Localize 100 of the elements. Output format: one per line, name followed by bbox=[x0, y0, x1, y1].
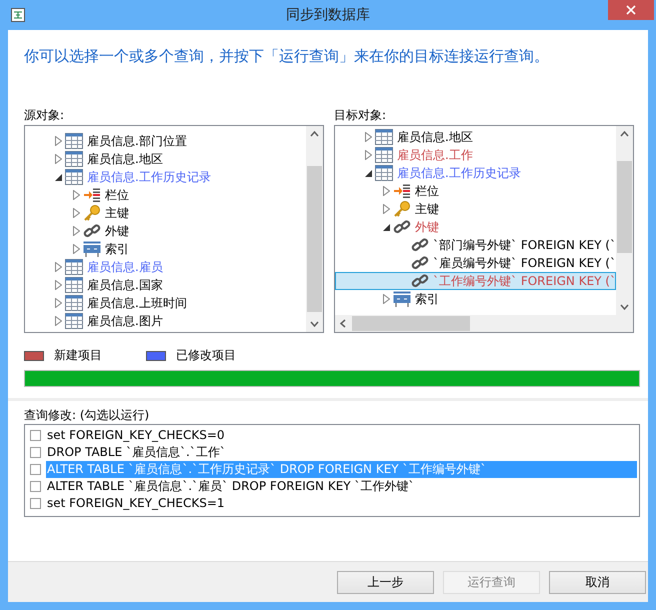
index-icon bbox=[83, 241, 101, 257]
tree-row[interactable]: 雇员信息.地区 bbox=[25, 150, 306, 168]
tree-row[interactable]: 雇员信息.地区 bbox=[335, 128, 616, 146]
legend-label: 已修改项目 bbox=[176, 347, 236, 364]
tree-row[interactable]: `工作编号外键` FOREIGN KEY (` bbox=[335, 272, 616, 290]
dialog-button[interactable]: 取消 bbox=[549, 570, 646, 594]
legend-label: 新建项目 bbox=[54, 347, 102, 364]
checkbox[interactable] bbox=[30, 464, 41, 475]
collapsed-arrow-icon[interactable] bbox=[382, 204, 390, 214]
tree-item-label: 索引 bbox=[105, 240, 129, 258]
table-icon bbox=[65, 151, 83, 167]
tree-item-label: 雇员信息.上班时间 bbox=[87, 294, 187, 312]
window-title: 同步到数据库 bbox=[285, 6, 371, 24]
key-icon bbox=[83, 205, 101, 221]
tree-row[interactable]: 外键 bbox=[25, 222, 306, 240]
query-item[interactable]: DROP TABLE `雇员信息`.`工作` bbox=[46, 444, 637, 461]
collapsed-arrow-icon[interactable] bbox=[72, 208, 80, 218]
table-icon bbox=[65, 313, 83, 329]
tree-row[interactable]: 雇员信息.雇员 bbox=[25, 258, 306, 276]
tree-row[interactable]: `雇员编号外键` FOREIGN KEY (` bbox=[335, 254, 616, 272]
collapsed-arrow-icon[interactable] bbox=[54, 316, 62, 326]
collapsed-arrow-icon[interactable] bbox=[54, 136, 62, 146]
query-list-label: 查询修改: (勾选以运行) bbox=[23, 407, 150, 424]
tree-row[interactable]: 索引 bbox=[25, 240, 306, 258]
tree-item-label: 雇员信息.工作历史记录 bbox=[87, 168, 211, 186]
link-icon bbox=[411, 273, 429, 289]
collapsed-arrow-icon[interactable] bbox=[364, 150, 372, 160]
collapsed-arrow-icon[interactable] bbox=[382, 186, 390, 196]
collapsed-arrow-icon[interactable] bbox=[72, 226, 80, 236]
vertical-scrollbar[interactable] bbox=[306, 126, 323, 332]
tree-item-label: 雇员信息.国家 bbox=[87, 276, 163, 294]
collapsed-arrow-icon[interactable] bbox=[54, 262, 62, 272]
dialog-button[interactable]: 上一步 bbox=[337, 570, 434, 594]
tree-row[interactable]: 索引 bbox=[335, 290, 616, 308]
tree-item-label: 主键 bbox=[105, 204, 129, 222]
table-icon bbox=[375, 165, 393, 181]
table-icon bbox=[375, 147, 393, 163]
tree-row[interactable]: 雇员信息.工作 bbox=[335, 146, 616, 164]
tree-item-label: 外键 bbox=[105, 222, 129, 240]
tree-row[interactable]: 主键 bbox=[25, 204, 306, 222]
tree-item-label: 雇员信息.部门位置 bbox=[87, 132, 187, 150]
columns-icon bbox=[394, 184, 410, 198]
collapsed-arrow-icon[interactable] bbox=[364, 132, 372, 142]
link-icon bbox=[83, 223, 101, 239]
link-icon bbox=[411, 237, 429, 253]
collapsed-arrow-icon[interactable] bbox=[54, 298, 62, 308]
expanded-arrow-icon[interactable] bbox=[382, 224, 390, 230]
tree-row[interactable]: 雇员信息.上班时间 bbox=[25, 294, 306, 312]
query-item[interactable]: set FOREIGN_KEY_CHECKS=1 bbox=[46, 495, 637, 512]
query-item[interactable]: ALTER TABLE `雇员信息`.`雇员` DROP FOREIGN KEY `工作外键` bbox=[46, 478, 637, 495]
expanded-arrow-icon[interactable] bbox=[364, 170, 372, 176]
vertical-scrollbar[interactable] bbox=[616, 126, 633, 332]
horizontal-scrollbar[interactable] bbox=[335, 315, 616, 332]
collapsed-arrow-icon[interactable] bbox=[72, 190, 80, 200]
table-icon bbox=[375, 129, 393, 145]
tree-item-label: 外键 bbox=[415, 218, 439, 236]
close-button[interactable] bbox=[608, 0, 654, 20]
tree-label: 源对象: bbox=[24, 107, 66, 124]
tree-item-label: 栏位 bbox=[105, 186, 129, 204]
collapsed-arrow-icon[interactable] bbox=[382, 294, 390, 304]
tree-row[interactable]: 雇员信息.部门位置 bbox=[25, 132, 306, 150]
tree-item-label: 雇员信息.地区 bbox=[87, 150, 163, 168]
collapsed-arrow-icon[interactable] bbox=[54, 280, 62, 290]
tree-row[interactable]: 主键 bbox=[335, 200, 616, 218]
collapsed-arrow-icon[interactable] bbox=[54, 154, 62, 164]
index-icon bbox=[393, 291, 411, 307]
table-icon bbox=[65, 277, 83, 293]
checkbox[interactable] bbox=[30, 481, 41, 492]
tree-item-label: 雇员信息.地区 bbox=[397, 128, 473, 146]
tree-row[interactable]: 雇员信息.工作历史记录 bbox=[335, 164, 616, 182]
tree-item-label: 雇员信息.图片 bbox=[87, 312, 163, 330]
query-item[interactable]: set FOREIGN_KEY_CHECKS=0 bbox=[46, 427, 637, 444]
tree-item-label: `雇员编号外键` FOREIGN KEY (` bbox=[433, 254, 616, 272]
tree-item-label: 主键 bbox=[415, 200, 439, 218]
close-icon bbox=[626, 5, 636, 15]
checkbox[interactable] bbox=[30, 430, 41, 441]
expanded-arrow-icon[interactable] bbox=[54, 174, 62, 180]
tree-row[interactable]: 雇员信息.国家 bbox=[25, 276, 306, 294]
tree-item-label: `工作编号外键` FOREIGN KEY (` bbox=[433, 272, 616, 290]
tree-item-label: 栏位 bbox=[415, 182, 439, 200]
link-icon bbox=[411, 255, 429, 271]
collapsed-arrow-icon[interactable] bbox=[72, 244, 80, 254]
table-icon bbox=[65, 133, 83, 149]
tree-row[interactable]: 栏位 bbox=[335, 182, 616, 200]
table-icon bbox=[65, 169, 83, 185]
checkbox[interactable] bbox=[30, 498, 41, 509]
tree-row[interactable]: `部门编号外键` FOREIGN KEY (` bbox=[335, 236, 616, 254]
tree-item-label: `部门编号外键` FOREIGN KEY (` bbox=[433, 236, 616, 254]
tree-row[interactable]: 雇员信息.工作历史记录 bbox=[25, 168, 306, 186]
tree-row[interactable]: 栏位 bbox=[25, 186, 306, 204]
checkbox[interactable] bbox=[30, 447, 41, 458]
columns-icon bbox=[84, 188, 100, 202]
app-icon bbox=[10, 7, 26, 23]
tree-item-label: 雇员信息.工作 bbox=[397, 146, 473, 164]
key-icon bbox=[393, 201, 411, 217]
table-icon bbox=[65, 295, 83, 311]
tree-item-label: 雇员信息.工作历史记录 bbox=[397, 164, 521, 182]
tree-row[interactable]: 雇员信息.图片 bbox=[25, 312, 306, 330]
tree-row[interactable]: 外键 bbox=[335, 218, 616, 236]
tree-item-label: 索引 bbox=[415, 290, 439, 308]
